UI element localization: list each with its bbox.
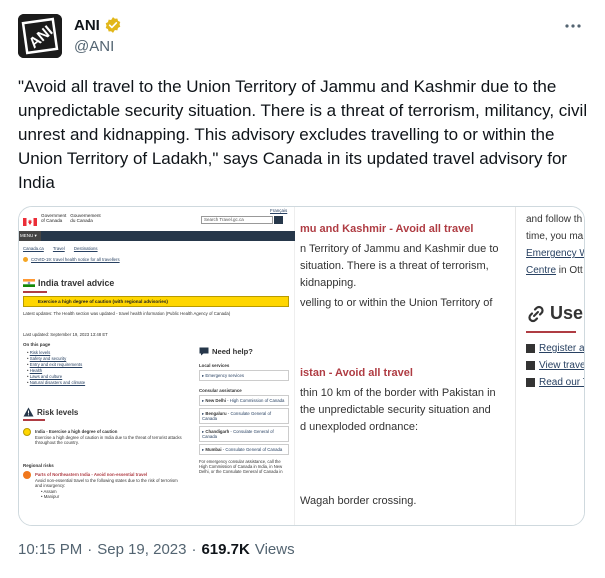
related-link: View travel bbox=[526, 360, 584, 371]
warning-icon bbox=[23, 407, 34, 417]
on-this-page-heading: On this page bbox=[23, 342, 51, 347]
advisory-heading: mu and Kashmir - Avoid all travel bbox=[300, 223, 474, 235]
handle[interactable]: @ANI bbox=[74, 38, 114, 55]
menu-bar bbox=[19, 231, 295, 241]
mini-search-icon bbox=[274, 216, 283, 224]
zoomed-advisory: mu and Kashmir - Avoid all travel n Terr… bbox=[296, 207, 515, 525]
tweet-time[interactable]: 10:15 PM bbox=[18, 541, 82, 558]
ani-logo-icon: ANI bbox=[18, 14, 62, 58]
tweet-image[interactable]: Government of Canada Gouvernement du Can… bbox=[18, 206, 585, 526]
tweet: ANI ANI @ANI "Avoid all travel to the Un… bbox=[0, 0, 605, 578]
risk-northeast: Parts of Northeastern India - Avoid non-… bbox=[35, 472, 185, 500]
gov-en-2: of Canada bbox=[41, 218, 63, 223]
views-label: Views bbox=[254, 541, 295, 558]
caution-level-icon bbox=[23, 428, 31, 436]
tweet-text: "Avoid all travel to the Union Territory… bbox=[18, 77, 588, 192]
document-icon bbox=[526, 378, 535, 387]
info-icon bbox=[23, 257, 28, 263]
last-updated: Last updated: September 19, 2023 13:48 E… bbox=[23, 332, 108, 337]
latest-updates: Latest updates: The Health section was u… bbox=[23, 311, 231, 316]
zoomed-sidebar: and follow th time, you ma Emergency W C… bbox=[515, 207, 584, 525]
table-of-contents: Risk levels Safety and security Entry an… bbox=[27, 350, 85, 386]
tweet-date[interactable]: Sep 19, 2023 bbox=[97, 541, 186, 558]
verified-badge-icon[interactable] bbox=[104, 16, 122, 34]
use-heading: Use bbox=[526, 303, 583, 324]
display-name[interactable]: ANI bbox=[74, 17, 100, 34]
toc-item: Natural disasters and climate bbox=[27, 380, 85, 386]
page-title: India travel advice bbox=[23, 278, 114, 288]
gov-fr-2: du Canada bbox=[70, 218, 93, 223]
breadcrumb-item: Destinations bbox=[73, 246, 98, 251]
risk-banner: Exercise a high degree of caution (with … bbox=[23, 296, 289, 307]
canada-flag-icon bbox=[23, 213, 37, 226]
covid-link: COVID-19: travel health notice for all t… bbox=[31, 257, 120, 262]
page-title-text: India travel advice bbox=[38, 278, 115, 288]
risk-india: India - Exercise a high degree of cautio… bbox=[35, 429, 182, 445]
website-screenshot: Government of Canada Gouvernement du Can… bbox=[19, 207, 295, 525]
menu-button: MENU ▾ bbox=[19, 231, 41, 241]
need-help-title: Need help? bbox=[212, 347, 253, 356]
breadcrumb-item: Travel bbox=[52, 246, 65, 251]
author-name-row[interactable]: ANI bbox=[74, 16, 122, 34]
related-link: Register as a bbox=[526, 343, 584, 354]
register-icon bbox=[526, 344, 535, 353]
chat-bubble-icon bbox=[199, 347, 209, 356]
regional-risks-heading: Regional risks bbox=[23, 463, 54, 468]
mini-search-input: Search Travel.gc.ca bbox=[201, 216, 273, 224]
breadcrumb: Canada.ca Travel Destinations bbox=[23, 246, 106, 251]
breadcrumb-item: Canada.ca bbox=[23, 246, 44, 251]
video-icon bbox=[526, 361, 535, 370]
risk-underline bbox=[23, 419, 45, 421]
covid-notice: COVID-19: travel health notice for all t… bbox=[23, 257, 120, 263]
need-help-panel: Need help? Local services ▸ Emergency se… bbox=[199, 347, 289, 474]
avatar[interactable]: ANI bbox=[18, 14, 62, 58]
advisory-heading: istan - Avoid all travel bbox=[300, 367, 413, 379]
state-item: Manipur bbox=[41, 494, 185, 500]
india-flag-icon bbox=[23, 279, 35, 287]
tweet-meta: 10:15 PM · Sep 19, 2023 · 619.7K Views bbox=[18, 541, 295, 558]
title-underline bbox=[23, 291, 47, 293]
more-options-icon[interactable] bbox=[561, 14, 585, 38]
avoid-nonessential-icon bbox=[23, 471, 31, 479]
related-link: Read our Tr bbox=[526, 377, 584, 388]
language-link: Français bbox=[270, 208, 288, 213]
use-underline bbox=[526, 331, 576, 333]
risk-levels-heading: Risk levels bbox=[23, 407, 78, 417]
gc-signature: Government of Canada Gouvernement du Can… bbox=[23, 213, 101, 226]
link-icon bbox=[528, 305, 544, 322]
view-count: 619.7K bbox=[201, 541, 250, 558]
